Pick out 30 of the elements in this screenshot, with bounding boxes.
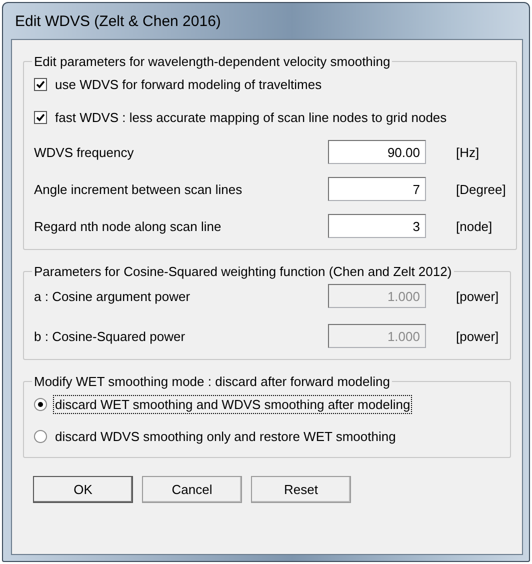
unit-label: [node]	[456, 218, 494, 234]
field-label: Angle increment between scan lines	[34, 182, 244, 196]
window-title: Edit WDVS (Zelt & Chen 2016)	[14, 12, 222, 32]
number-field[interactable]: 3	[328, 214, 426, 238]
group-title: Parameters for Cosine-Squared weighting function (Chen and Zelt 2012)	[33, 264, 453, 279]
number-field[interactable]: 7	[328, 177, 426, 201]
number-field[interactable]: 90.00	[328, 140, 426, 164]
radio-label: discard WET smoothing and WDVS smoothing after modeling	[53, 394, 412, 414]
field-label: WDVS frequency	[34, 144, 135, 160]
checkbox[interactable]	[34, 110, 47, 124]
dialog-button[interactable]: Cancel	[142, 476, 242, 503]
radio-button[interactable]	[34, 398, 47, 410]
unit-label: [Degree]	[456, 182, 506, 196]
check-icon	[36, 80, 45, 88]
unit-label: [power]	[456, 328, 500, 344]
radio-label: discard WDVS smoothing only and restore WET smoothing	[54, 428, 397, 446]
unit-label: [Hz]	[456, 144, 480, 160]
field-label: a : Cosine argument power	[34, 288, 192, 304]
radio-button[interactable]	[34, 430, 47, 442]
checkbox-label: use WDVS for forward modeling of traveltimes	[54, 76, 323, 94]
group-title: Modify WET smoothing mode : discard after forward modeling	[33, 374, 391, 389]
checkbox-label: fast WDVS : less accurate mapping of scan line nodes to grid nodes	[54, 108, 448, 126]
dialog-button[interactable]: OK	[33, 476, 133, 503]
field-label: b : Cosine-Squared power	[34, 328, 186, 344]
field-label: Regard nth node along scan line	[34, 218, 222, 234]
unit-label: [power]	[456, 288, 500, 304]
group-title: Edit parameters for wavelength-dependent velocity smoothing	[33, 54, 392, 69]
dialog-button[interactable]: Reset	[251, 476, 351, 503]
check-icon	[36, 112, 45, 122]
checkbox[interactable]	[34, 78, 47, 90]
